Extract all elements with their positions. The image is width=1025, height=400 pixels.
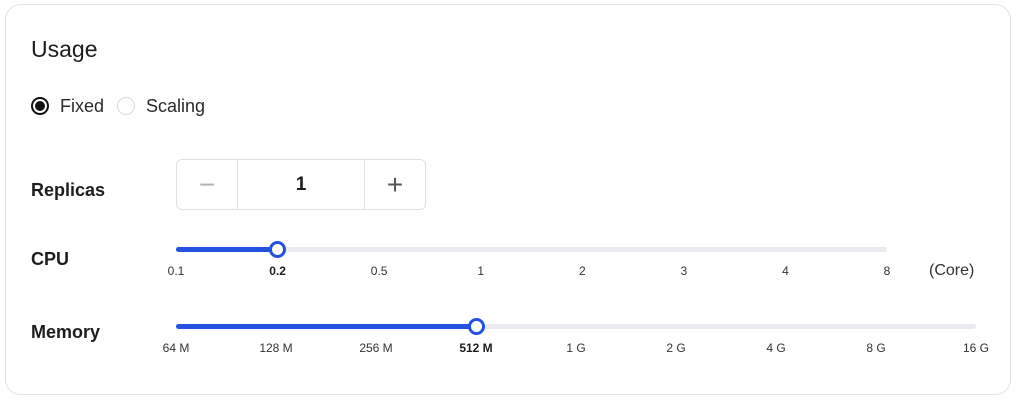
memory-slider-handle[interactable] (467, 318, 485, 335)
cpu-tick-label[interactable]: 4 (782, 264, 789, 278)
memory-tick-label[interactable]: 16 G (963, 341, 989, 355)
memory-tick-label[interactable]: 512 M (459, 341, 492, 355)
radio-fixed-label[interactable]: Fixed (60, 96, 104, 117)
cpu-label: CPU (31, 249, 70, 269)
cpu-tick-label[interactable]: 0.5 (371, 264, 388, 278)
memory-tick-label[interactable]: 8 G (866, 341, 885, 355)
radio-scaling-label[interactable]: Scaling (146, 96, 205, 117)
plus-icon: + (386, 168, 404, 200)
memory-tick-label[interactable]: 1 G (566, 341, 585, 355)
cpu-unit-label: (Core) (929, 262, 975, 279)
section-title: Usage (31, 36, 98, 62)
replicas-value[interactable]: 1 (238, 160, 364, 209)
memory-tick-label[interactable]: 64 M (163, 341, 190, 355)
usage-card (5, 4, 1011, 395)
decrement-button[interactable]: − (177, 160, 238, 209)
minus-icon: − (198, 168, 216, 200)
memory-tick-label[interactable]: 2 G (666, 341, 685, 355)
memory-tick-label[interactable]: 128 M (259, 341, 292, 355)
replicas-stepper: − 1 + (176, 159, 426, 210)
memory-label: Memory (31, 322, 101, 342)
memory-tick-label[interactable]: 256 M (359, 341, 392, 355)
cpu-slider-track (176, 247, 278, 252)
radio-fixed-circle[interactable] (31, 97, 49, 115)
cpu-tick-label[interactable]: 8 (884, 264, 891, 278)
cpu-tick-label[interactable]: 3 (681, 264, 688, 278)
cpu-tick-label[interactable]: 0.1 (168, 264, 185, 278)
increment-button[interactable]: + (364, 160, 425, 209)
cpu-tick-label[interactable]: 0.2 (269, 264, 286, 278)
radio-scaling-circle[interactable] (117, 97, 135, 115)
cpu-slider-handle[interactable] (269, 241, 287, 258)
cpu-tick-label[interactable]: 2 (579, 264, 586, 278)
memory-tick-label[interactable]: 4 G (766, 341, 785, 355)
cpu-tick-label[interactable]: 1 (477, 264, 484, 278)
memory-slider-track (176, 324, 476, 329)
replicas-label: Replicas (31, 180, 106, 200)
